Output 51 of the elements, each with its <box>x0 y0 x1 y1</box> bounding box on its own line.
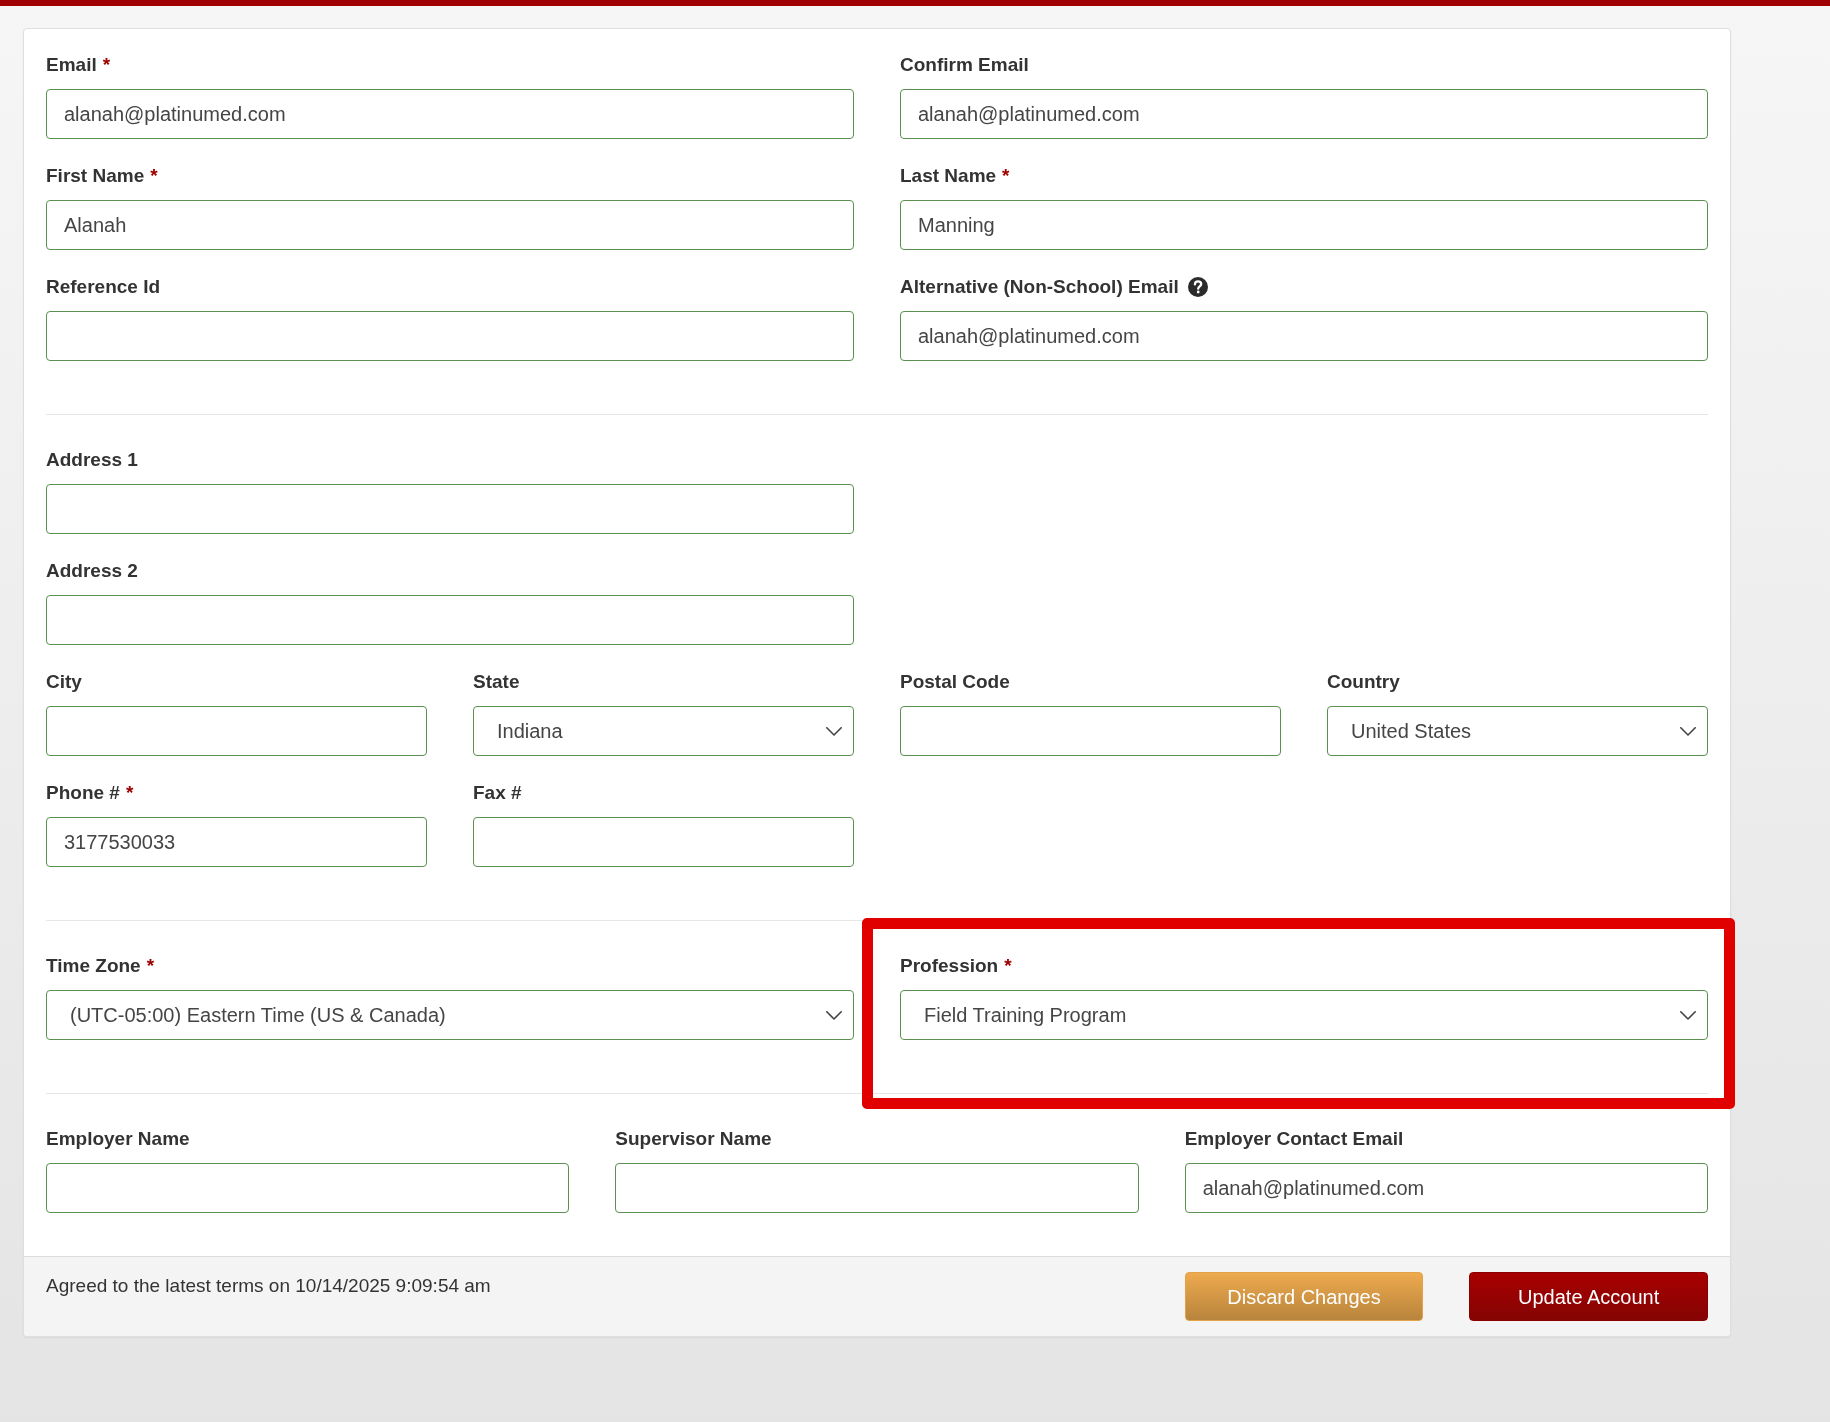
input-field[interactable]: alanah@platinumed.com <box>900 89 1708 139</box>
field-label: Alternative (Non-School) Email <box>900 275 1179 299</box>
input-field[interactable]: Alanah <box>46 200 854 250</box>
field-label: Reference Id <box>46 275 161 299</box>
field-label: Time Zone <box>46 954 141 978</box>
dropdown[interactable]: United States <box>1327 706 1708 756</box>
field-label: Postal Code <box>900 670 1010 694</box>
field-label: Supervisor Name <box>615 1127 772 1151</box>
chevron-down-icon <box>1680 726 1696 736</box>
required-asterisk: * <box>150 164 158 188</box>
dropdown[interactable]: Field Training Program <box>900 990 1708 1040</box>
input-field[interactable] <box>46 311 854 361</box>
field-label: Last Name <box>900 164 997 188</box>
input-field[interactable]: 3177530033 <box>46 817 427 867</box>
field-label: City <box>46 670 82 694</box>
required-asterisk: * <box>146 954 155 978</box>
primary-button[interactable]: Update Account <box>1469 1272 1708 1321</box>
field-label: Phone # <box>46 781 120 805</box>
field-label: Employer Contact Email <box>1184 1127 1404 1151</box>
terms-note: Agreed to the latest terms on 10/14/2025 9:09:54 am <box>46 1274 491 1298</box>
input-field[interactable] <box>615 1163 1139 1213</box>
input-field[interactable] <box>46 484 854 534</box>
chevron-down-icon <box>826 1010 842 1020</box>
input-field[interactable]: alanah@platinumed.com <box>46 89 854 139</box>
help-icon[interactable] <box>1187 277 1208 297</box>
input-field[interactable] <box>46 595 854 645</box>
required-asterisk: * <box>1004 954 1012 978</box>
input-field[interactable] <box>46 706 427 756</box>
field-label: State <box>473 670 520 694</box>
input-field[interactable] <box>473 817 854 867</box>
dropdown[interactable]: (UTC-05:00) Eastern Time (US & Canada) <box>46 990 854 1040</box>
required-asterisk: * <box>102 53 111 77</box>
input-field[interactable] <box>46 1163 570 1213</box>
input-field[interactable]: alanah@platinumed.com <box>900 311 1708 361</box>
required-asterisk: * <box>125 781 134 805</box>
field-label: Email <box>46 53 97 77</box>
field-label: Profession <box>900 954 999 978</box>
field-label: Country <box>1327 670 1400 694</box>
field-label: First Name <box>46 164 145 188</box>
input-field[interactable]: Manning <box>900 200 1708 250</box>
required-asterisk: * <box>1002 164 1010 188</box>
dropdown[interactable]: Indiana <box>473 706 854 756</box>
field-label: Confirm Email <box>900 53 1029 77</box>
field-label: Address 1 <box>46 448 138 472</box>
field-label: Fax # <box>473 781 522 805</box>
chevron-down-icon <box>826 726 842 736</box>
chevron-down-icon <box>1680 1010 1696 1020</box>
field-label: Employer Name <box>46 1127 190 1151</box>
input-field[interactable] <box>900 706 1281 756</box>
field-label: Address 2 <box>46 559 138 583</box>
input-field[interactable]: alanah@platinumed.com <box>1184 1163 1708 1213</box>
